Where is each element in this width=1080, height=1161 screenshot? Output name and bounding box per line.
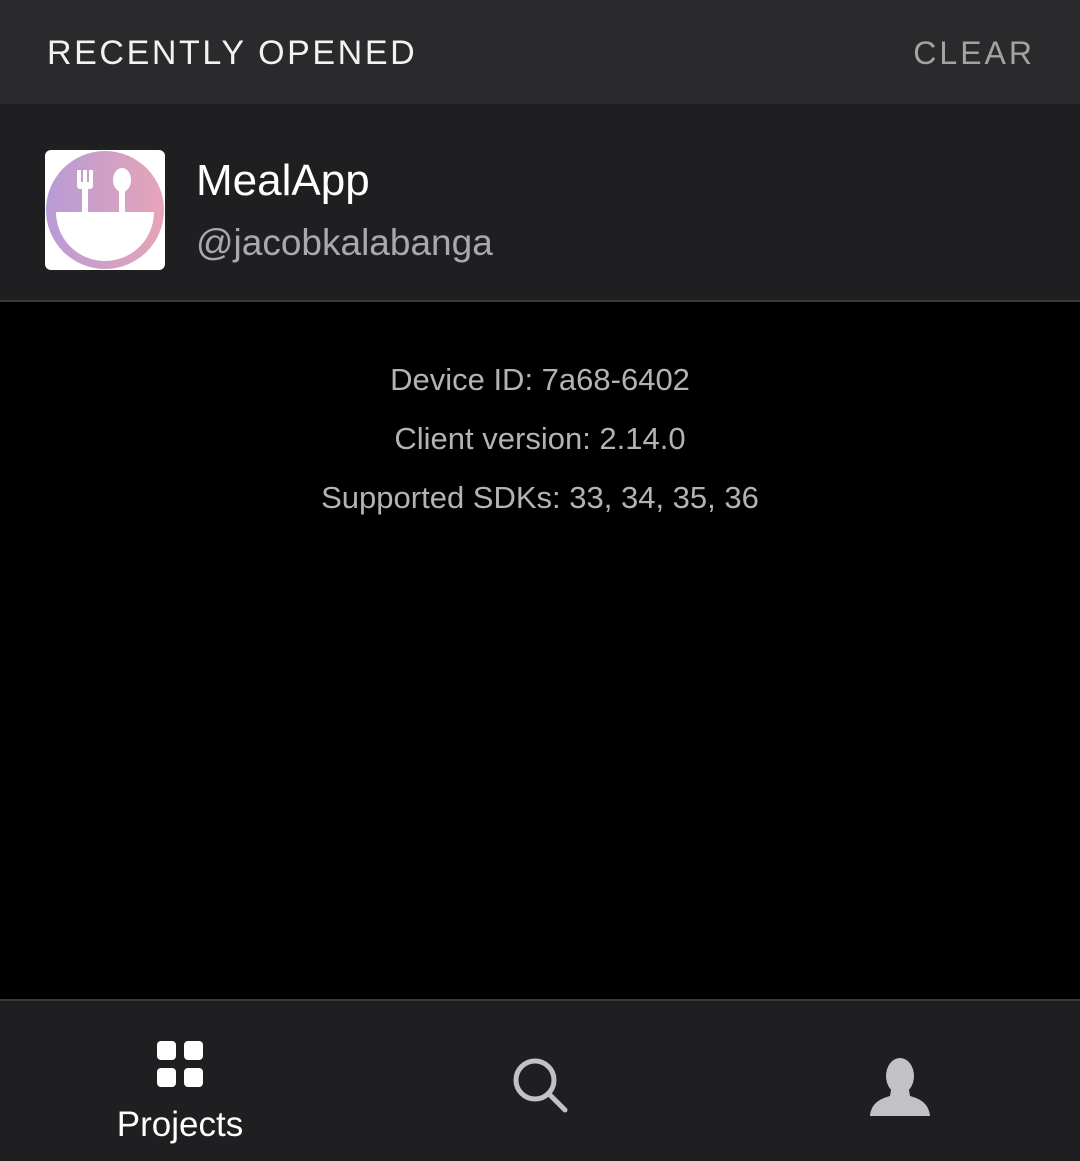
tab-projects[interactable]: Projects <box>0 1001 360 1161</box>
tab-profile[interactable] <box>720 1001 1080 1161</box>
screen: RECENTLY OPENED CLEAR MealApp @jacobkala… <box>0 0 1080 1161</box>
bottom-tab-bar: Projects <box>0 999 1080 1161</box>
section-title: RECENTLY OPENED <box>47 34 418 72</box>
recently-opened-header: RECENTLY OPENED CLEAR <box>0 0 1080 104</box>
project-row-mealapp[interactable]: MealApp @jacobkalabanga <box>0 104 1080 302</box>
client-version-text: Client version: 2.14.0 <box>394 421 686 456</box>
project-owner: @jacobkalabanga <box>196 222 493 263</box>
grid-icon <box>157 1041 203 1092</box>
supported-sdks-text: Supported SDKs: 33, 34, 35, 36 <box>321 480 759 515</box>
tab-search[interactable] <box>360 1001 720 1161</box>
clear-button[interactable]: CLEAR <box>913 33 1035 73</box>
fork-spoon-bowl-icon <box>45 150 165 270</box>
device-info: Device ID: 7a68-6402 Client version: 2.1… <box>0 350 1080 527</box>
search-icon <box>512 1057 568 1118</box>
tab-projects-label: Projects <box>116 1105 244 1144</box>
profile-icon <box>869 1056 931 1123</box>
device-id-text: Device ID: 7a68-6402 <box>390 362 690 397</box>
project-name: MealApp <box>196 156 370 205</box>
